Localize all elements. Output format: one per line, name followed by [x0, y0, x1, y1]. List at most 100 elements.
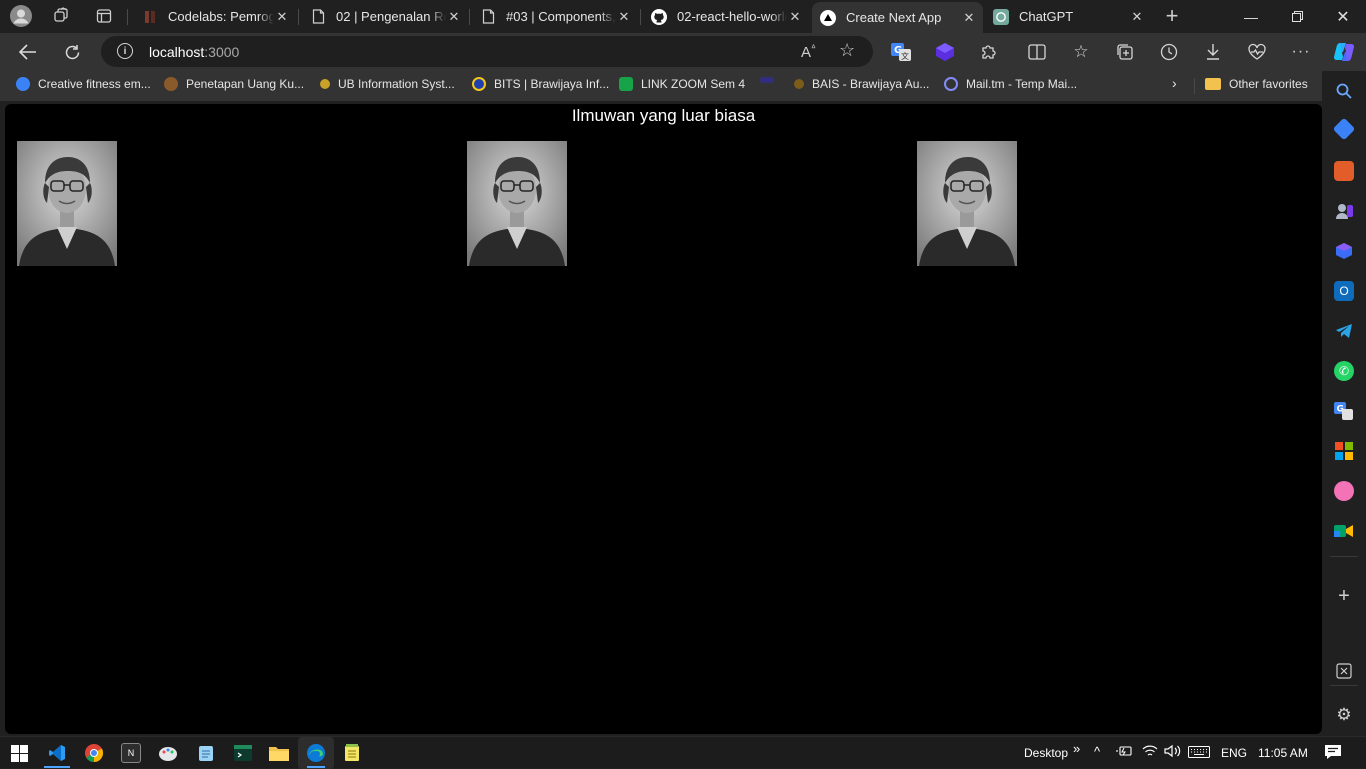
extensions-puzzle-icon[interactable] [978, 41, 1000, 63]
close-window-icon[interactable]: ✕ [1320, 0, 1366, 33]
volume-icon[interactable] [1164, 744, 1182, 761]
codelabs-icon [142, 9, 158, 25]
history-icon[interactable] [1158, 41, 1180, 63]
profile-avatar-icon[interactable] [9, 5, 33, 27]
url-text[interactable]: localhost:3000 [149, 44, 239, 60]
meet-icon[interactable] [1334, 521, 1354, 541]
ub-logo-icon [320, 79, 330, 89]
performance-icon[interactable] [1246, 41, 1268, 63]
favorite-link[interactable]: Mail.tm - Temp Mai... [944, 77, 1077, 91]
close-tab-icon[interactable]: ✕ [1129, 9, 1145, 25]
notes-icon[interactable] [342, 743, 362, 763]
other-favorites-folder[interactable]: Other favorites [1205, 77, 1308, 91]
extension-cube-icon[interactable] [934, 41, 956, 63]
games-icon[interactable] [1334, 201, 1354, 221]
language-indicator[interactable]: ENG [1221, 746, 1247, 760]
close-tab-icon[interactable]: ✕ [616, 9, 632, 25]
tab-components[interactable]: #03 | Components, J ✕ [472, 2, 638, 31]
notepad-icon[interactable] [196, 743, 216, 763]
restore-icon[interactable] [1274, 0, 1320, 33]
keyboard-icon[interactable] [1188, 746, 1210, 761]
tab-create-next-app[interactable]: Create Next App ✕ [812, 2, 983, 33]
desktop-label[interactable]: Desktop [1024, 746, 1068, 760]
clock-time[interactable]: 11:05 AM [1258, 746, 1308, 760]
close-tab-icon[interactable]: ✕ [446, 9, 462, 25]
favorite-link[interactable]: BAIS - Brawijaya Au... [792, 77, 929, 91]
favorite-link[interactable]: Creative fitness em... [16, 77, 151, 91]
favorite-link[interactable] [760, 77, 782, 83]
tab-pengenalan[interactable]: 02 | Pengenalan Rea ✕ [302, 2, 468, 31]
chevron-right-icon[interactable]: › [1172, 75, 1177, 91]
tab-actions-icon[interactable] [92, 5, 116, 27]
favorites-divider [1194, 78, 1195, 94]
copilot-small-icon[interactable] [1334, 241, 1354, 261]
brain-icon[interactable] [1334, 481, 1354, 501]
tab-chatgpt[interactable]: ChatGPT ✕ [985, 2, 1151, 31]
close-tab-icon[interactable]: ✕ [274, 9, 290, 25]
battery-icon[interactable] [1116, 745, 1132, 760]
scientist-portrait [917, 141, 1017, 266]
windows-start-icon[interactable] [9, 743, 29, 763]
favorite-link[interactable]: BITS | Brawijaya Inf... [472, 77, 609, 91]
double-chevron-icon[interactable]: » [1073, 741, 1080, 756]
favorite-link[interactable]: Penetapan Uang Ku... [164, 77, 304, 91]
vscode-icon[interactable] [47, 743, 67, 763]
address-bar[interactable]: i localhost:3000 Aᐞ ☆ [101, 36, 873, 67]
tools-briefcase-icon[interactable] [1334, 161, 1354, 181]
sheets-icon [619, 77, 633, 91]
scientist-portrait [17, 141, 117, 266]
copilot-icon[interactable] [1333, 41, 1355, 63]
favorite-link[interactable]: LINK ZOOM Sem 4 [619, 77, 745, 91]
favorites-icon[interactable]: ☆ [1070, 41, 1092, 63]
favorite-link[interactable]: UB Information Syst... [318, 77, 455, 91]
page-icon [480, 9, 496, 25]
settings-gear-icon[interactable]: ⚙ [1334, 705, 1354, 725]
telegram-icon[interactable] [1334, 321, 1354, 341]
notion-icon[interactable]: N [121, 743, 141, 763]
workspaces-icon[interactable] [50, 5, 74, 27]
tab-github[interactable]: 02-react-hello-world ✕ [643, 2, 809, 31]
tab-codelabs[interactable]: Codelabs: Pemrogra ✕ [134, 2, 296, 31]
svg-text:文: 文 [901, 51, 909, 61]
sidebar-divider [1330, 685, 1358, 686]
read-aloud-icon[interactable]: Aᐞ [801, 43, 816, 61]
collections-icon[interactable] [1114, 41, 1136, 63]
add-sidebar-icon[interactable]: + [1334, 585, 1354, 607]
refresh-icon[interactable] [58, 39, 86, 65]
back-icon[interactable] [14, 39, 42, 65]
university-logo-icon [164, 77, 178, 91]
paint-icon[interactable] [158, 743, 178, 763]
chevron-up-icon[interactable]: ^ [1094, 744, 1100, 759]
mail-at-icon [944, 77, 958, 91]
site-info-icon[interactable]: i [117, 43, 133, 59]
notification-icon[interactable] [1324, 744, 1342, 763]
office-grid-icon[interactable] [1334, 441, 1354, 461]
hide-sidebar-icon[interactable] [1334, 661, 1354, 681]
fitness-icon [16, 77, 30, 91]
favorite-star-icon[interactable]: ☆ [839, 40, 855, 61]
shopping-tag-icon[interactable] [1332, 117, 1356, 141]
edge-sidebar: O ✆ G + ⚙ [1322, 71, 1366, 735]
bookmark-icon [760, 77, 774, 83]
search-icon[interactable] [1334, 81, 1354, 101]
favorites-bar: Creative fitness em... Penetapan Uang Ku… [0, 71, 1326, 101]
outlook-icon[interactable]: O [1334, 281, 1354, 301]
translate-side-icon[interactable]: G [1334, 401, 1354, 421]
minimize-icon[interactable]: — [1228, 0, 1274, 33]
close-tab-icon[interactable]: ✕ [787, 9, 803, 25]
file-explorer-icon[interactable] [269, 743, 289, 763]
windows-taskbar: N Desktop » ^ ENG 11:05 AM [0, 736, 1366, 769]
terminal-icon[interactable] [233, 743, 253, 763]
new-tab-icon[interactable]: + [1160, 3, 1184, 28]
translate-icon[interactable]: G文 [890, 41, 912, 63]
split-screen-icon[interactable] [1026, 41, 1048, 63]
chrome-icon[interactable] [84, 743, 104, 763]
downloads-icon[interactable] [1202, 41, 1224, 63]
more-menu-icon[interactable]: ··· [1290, 41, 1312, 63]
wifi-icon[interactable] [1142, 744, 1158, 761]
whatsapp-icon[interactable]: ✆ [1334, 361, 1354, 381]
page-viewport: Ilmuwan yang luar biasa [5, 104, 1322, 734]
close-tab-icon[interactable]: ✕ [961, 10, 977, 26]
edge-icon[interactable] [306, 743, 326, 763]
scientist-portrait [467, 141, 567, 266]
